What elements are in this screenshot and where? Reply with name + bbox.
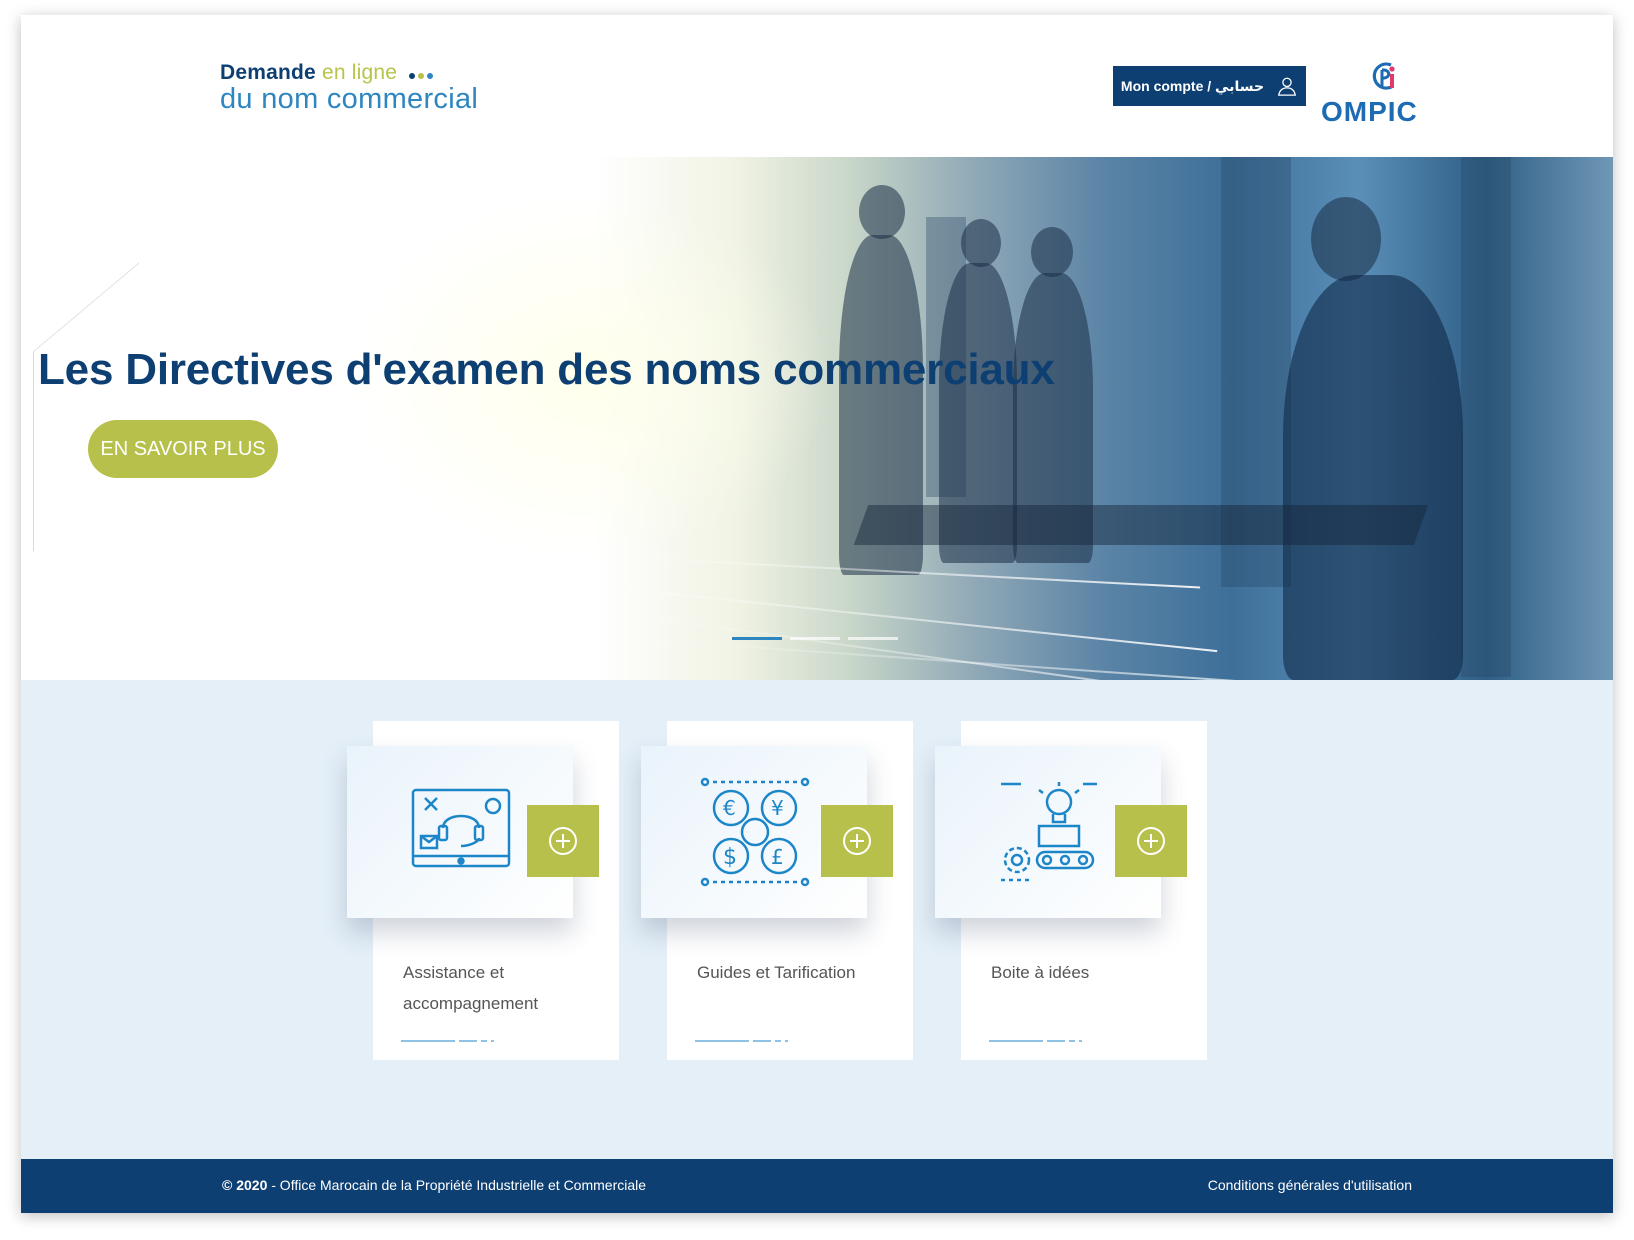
service-card-label: Boite à idées bbox=[991, 963, 1090, 982]
slider-dot-3[interactable] bbox=[848, 637, 898, 640]
hero-title: Les Directives d'examen des noms commerc… bbox=[38, 345, 1055, 394]
copyright: © 2020 - Office Marocain de la Propriété… bbox=[222, 1177, 646, 1193]
hero-desk bbox=[853, 505, 1429, 545]
ompic-logo[interactable]: OMPIC bbox=[1321, 60, 1419, 132]
slider-pagination bbox=[732, 637, 898, 640]
slider-dot-1[interactable] bbox=[732, 637, 782, 640]
hero-person-head bbox=[1031, 227, 1073, 277]
expand-plus-button[interactable] bbox=[1115, 805, 1187, 877]
service-card-label: Assistance et accompagnement bbox=[403, 963, 539, 1013]
plus-circle-icon bbox=[1137, 827, 1165, 855]
account-label: Mon compte / حسابي bbox=[1120, 77, 1265, 94]
brand-dots-icon bbox=[409, 61, 436, 85]
copyright-text: - Office Marocain de la Propriété Indust… bbox=[267, 1177, 647, 1193]
card-decoration bbox=[401, 1040, 494, 1042]
service-card-guides[interactable]: € ¥ $ £ Guides et Tarification bbox=[641, 721, 913, 1060]
support-monitor-icon bbox=[411, 788, 511, 868]
ompic-mark-icon bbox=[1372, 62, 1395, 90]
service-card-assistance[interactable]: Assistance et accompagnement bbox=[347, 721, 619, 1060]
page-frame: Demande en ligne du nom commercial Mon c… bbox=[21, 15, 1613, 1213]
terms-link[interactable]: Conditions générales d'utilisation bbox=[1208, 1177, 1412, 1193]
plus-circle-icon bbox=[843, 827, 871, 855]
brand-line-1: Demande en ligne bbox=[220, 61, 478, 85]
expand-plus-button[interactable] bbox=[821, 805, 893, 877]
svg-text:£: £ bbox=[771, 845, 784, 869]
site-footer: © 2020 - Office Marocain de la Propriété… bbox=[21, 1159, 1613, 1213]
slider-dot-2[interactable] bbox=[790, 637, 840, 640]
ompic-wordmark: OMPIC bbox=[1321, 96, 1418, 127]
hero-person-head bbox=[1311, 197, 1381, 281]
service-card-ideas[interactable]: Boite à idées bbox=[935, 721, 1207, 1060]
site-header: Demande en ligne du nom commercial Mon c… bbox=[21, 15, 1613, 157]
expand-plus-button[interactable] bbox=[527, 805, 599, 877]
user-icon bbox=[1278, 77, 1297, 96]
service-card-label: Guides et Tarification bbox=[697, 963, 856, 982]
card-decoration bbox=[989, 1040, 1082, 1042]
hero-person bbox=[1283, 275, 1463, 680]
idea-machine-icon bbox=[1001, 782, 1097, 882]
services-section: Assistance et accompagnement € ¥ $ £ Gui… bbox=[21, 680, 1613, 1159]
card-decoration bbox=[695, 1040, 788, 1042]
brand-line-2: du nom commercial bbox=[220, 83, 479, 116]
svg-text:€: € bbox=[723, 796, 736, 820]
learn-more-button[interactable]: EN SAVOIR PLUS bbox=[88, 420, 278, 478]
copyright-year: © 2020 bbox=[222, 1177, 268, 1193]
currency-icon: € ¥ $ £ bbox=[700, 777, 810, 887]
svg-text:$: $ bbox=[723, 845, 737, 870]
hero-person-head bbox=[859, 185, 905, 239]
brand-accent: en ligne bbox=[321, 61, 398, 84]
plus-circle-icon bbox=[549, 827, 577, 855]
hero-banner: Les Directives d'examen des noms commerc… bbox=[21, 157, 1613, 680]
account-button[interactable]: Mon compte / حسابي bbox=[1113, 66, 1306, 106]
site-logo[interactable]: Demande en ligne du nom commercial bbox=[220, 61, 478, 116]
brand-prefix: Demande bbox=[220, 61, 316, 84]
svg-text:¥: ¥ bbox=[771, 796, 784, 820]
hero-person-head bbox=[961, 219, 1001, 267]
